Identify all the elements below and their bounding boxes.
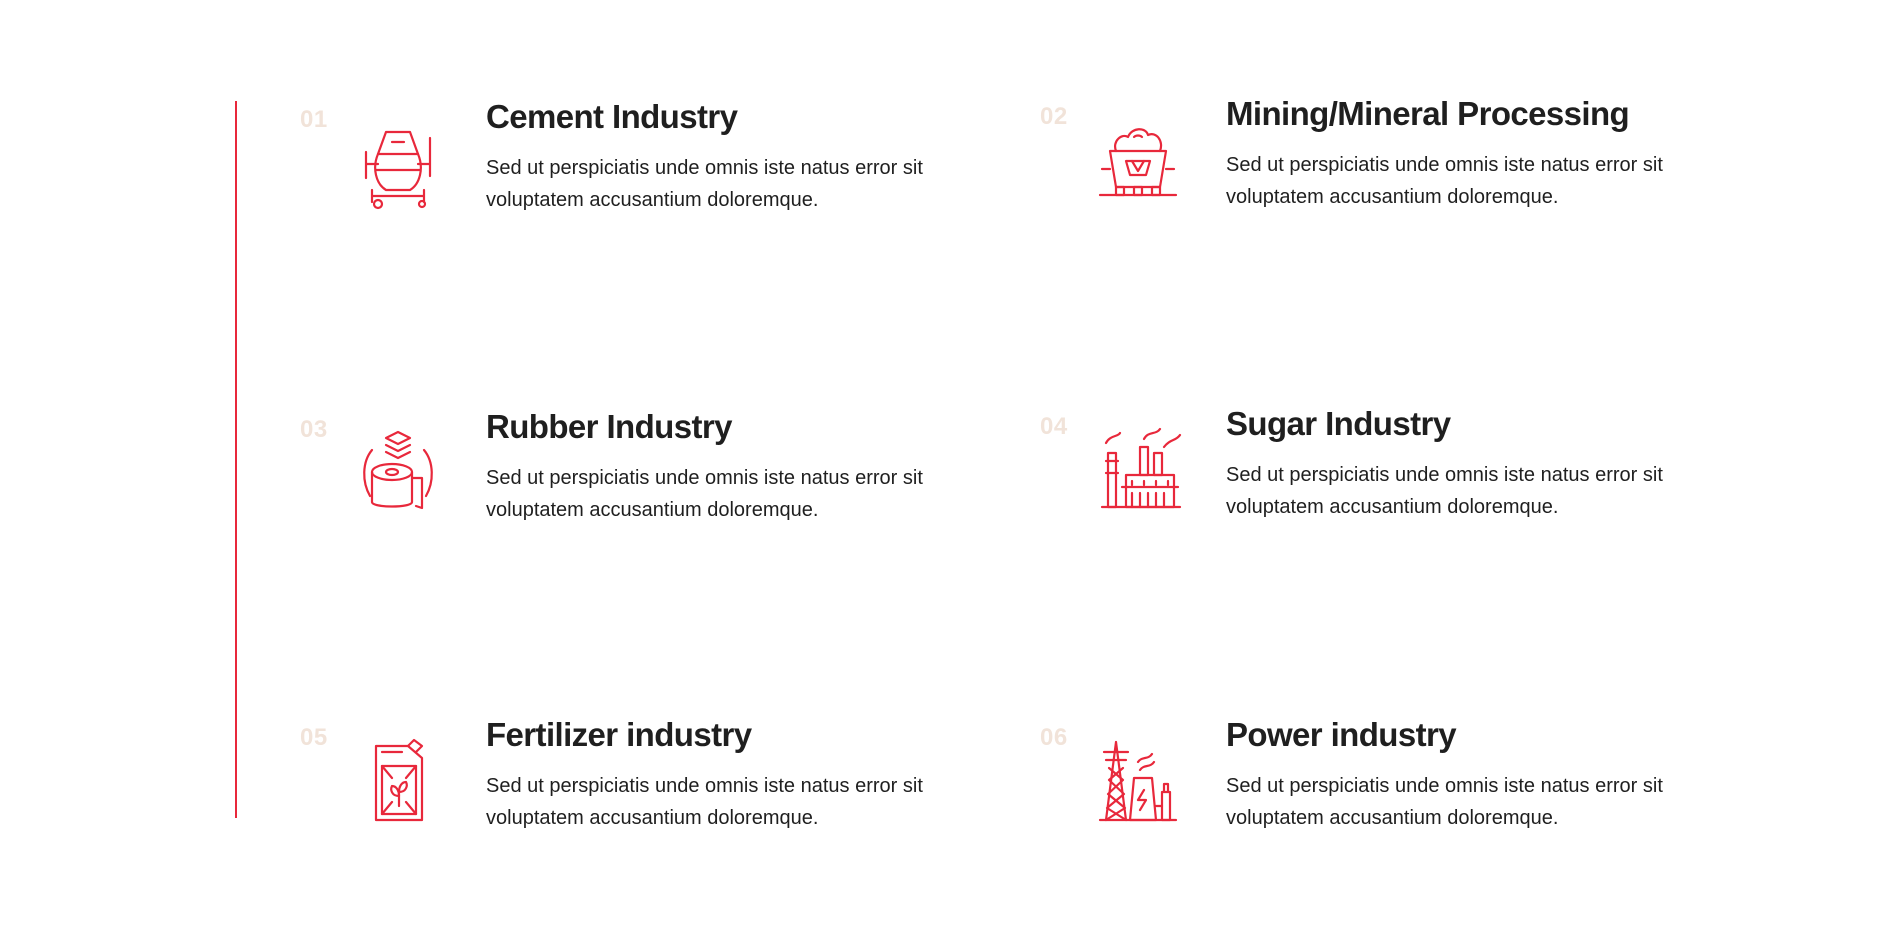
item-number: 06 <box>1040 724 1068 751</box>
accent-divider-line <box>235 101 237 818</box>
fertilizer-canister-icon <box>352 736 444 828</box>
item-number: 04 <box>1040 413 1068 440</box>
rubber-roll-icon <box>352 428 444 520</box>
industry-item-rubber: 03 Rubber Industry Sed ut perspiciatis u… <box>300 408 923 554</box>
cement-mixer-icon <box>352 118 444 210</box>
item-title: Mining/Mineral Processing <box>1226 95 1630 132</box>
item-description: Sed ut perspiciatis unde omnis iste natu… <box>1226 154 1663 208</box>
sugar-factory-icon <box>1092 425 1184 517</box>
item-description: Sed ut perspiciatis unde omnis iste natu… <box>1226 775 1663 829</box>
item-description: Sed ut perspiciatis unde omnis iste natu… <box>486 467 923 521</box>
mining-cart-icon <box>1092 115 1184 207</box>
industry-item-fertilizer: 05 Fertilizer industry Sed ut perspiciat… <box>300 716 923 862</box>
item-number: 05 <box>300 724 328 751</box>
item-title: Sugar Industry <box>1226 405 1451 442</box>
item-description: Sed ut perspiciatis unde omnis iste natu… <box>486 775 923 829</box>
industry-item-cement: 01 Cement Industry Sed ut perspiciatis u… <box>300 98 923 244</box>
item-number: 02 <box>1040 103 1068 130</box>
industry-item-sugar: 04 Sugar Industry Sed ut perspiciatis un… <box>1040 405 1663 551</box>
item-number: 01 <box>300 106 328 133</box>
item-title: Cement Industry <box>486 98 738 135</box>
item-description: Sed ut perspiciatis unde omnis iste natu… <box>486 157 923 211</box>
item-number: 03 <box>300 416 328 443</box>
item-title: Rubber Industry <box>486 408 732 445</box>
industry-item-mining: 02 Mining/Mineral Processing Sed ut pers… <box>1040 95 1663 241</box>
item-title: Power industry <box>1226 716 1457 753</box>
item-description: Sed ut perspiciatis unde omnis iste natu… <box>1226 464 1663 518</box>
power-plant-icon <box>1092 736 1184 828</box>
item-title: Fertilizer industry <box>486 716 752 753</box>
industry-item-power: 06 Power industry Sed ut perspiciatis un… <box>1040 716 1663 862</box>
